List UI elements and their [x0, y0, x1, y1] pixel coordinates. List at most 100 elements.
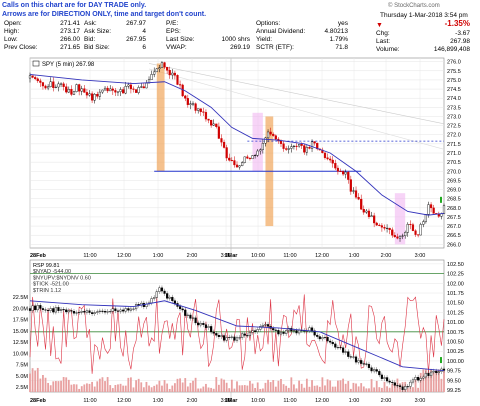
rsp-candle	[114, 308, 117, 312]
indicator-y-tick-right: 100.00	[447, 359, 464, 365]
price-y-tick: 266.5	[447, 233, 461, 239]
rsp-candle	[344, 351, 347, 353]
candle	[329, 158, 332, 161]
rsp-candle	[261, 324, 264, 327]
candle	[163, 62, 166, 68]
rsp-candle	[378, 371, 381, 376]
volume-bar	[62, 377, 65, 392]
candle	[308, 147, 311, 149]
rsp-candle	[163, 290, 166, 294]
candle	[103, 87, 107, 91]
volume-bar	[101, 377, 104, 392]
rsp-candle	[298, 329, 301, 334]
volume-bar	[163, 380, 166, 392]
rsp-candle	[354, 356, 358, 363]
price-y-tick: 269.0	[447, 188, 461, 194]
price-x-tick: 12:00	[315, 253, 329, 259]
volume-bar	[357, 386, 360, 392]
candle	[326, 157, 329, 160]
volume-bar	[83, 384, 86, 392]
rsp-candle	[129, 308, 133, 311]
rsp-candle	[385, 377, 389, 382]
rsp-candle	[424, 372, 427, 378]
indicator-legend-item: $NYAD -544.00	[33, 269, 71, 275]
candle	[336, 167, 340, 172]
rsp-candle	[222, 335, 226, 341]
rsp-candle	[396, 385, 399, 387]
candle	[210, 119, 213, 126]
candle	[360, 198, 363, 210]
volume-bar	[52, 381, 55, 392]
rsp-candle	[62, 309, 65, 311]
rsp-candle	[85, 310, 89, 313]
volume-bar	[119, 383, 122, 392]
volume-bar	[127, 377, 130, 392]
volume-bar	[217, 384, 220, 392]
price-y-tick: 268.0	[447, 206, 461, 212]
candle	[404, 232, 407, 237]
candle	[365, 210, 368, 213]
price-legend: SPY (5 min) 267.98	[42, 62, 95, 68]
candle	[111, 88, 114, 91]
rsp-candle	[191, 317, 195, 319]
candle	[375, 222, 378, 226]
candle	[303, 145, 306, 153]
candle	[300, 144, 303, 146]
candle	[272, 133, 275, 136]
volume-bar	[75, 384, 78, 392]
volume-bar	[230, 379, 233, 392]
volume-bar	[202, 386, 205, 392]
candle	[349, 179, 352, 192]
rsp-candle	[109, 311, 112, 313]
volume-bar	[42, 374, 44, 392]
rsp-candle	[429, 371, 433, 376]
candle	[424, 214, 427, 222]
rsp-candle	[178, 306, 182, 310]
candle	[261, 143, 264, 150]
volume-bar	[207, 387, 210, 392]
volume-bar	[324, 385, 326, 392]
price-x-tick: 28Feb	[30, 253, 47, 259]
candle	[341, 171, 345, 175]
candle	[49, 81, 52, 87]
indicator-y-tick-right: 99.25	[447, 388, 461, 394]
candle	[114, 90, 117, 93]
candle	[178, 84, 182, 86]
rsp-candle	[36, 305, 39, 311]
rsp-candle	[39, 305, 42, 309]
volume-bar	[91, 381, 93, 392]
rsp-candle	[160, 287, 164, 292]
rsp-candle	[78, 312, 81, 314]
volume-bar	[355, 383, 357, 392]
volume-bar	[412, 387, 414, 392]
indicator-y-tick-left: 12.5M	[13, 340, 29, 346]
rsp-candle	[228, 336, 231, 338]
candle	[269, 131, 272, 135]
volume-bar	[329, 380, 332, 392]
price-y-tick: 273.0	[447, 114, 461, 120]
volume-bar	[261, 388, 264, 392]
volume-bar	[318, 386, 321, 392]
rsp-candle	[124, 308, 127, 312]
rsp-candle	[65, 309, 68, 313]
candle	[401, 235, 404, 237]
indicator-y-tick-right: 101.25	[447, 310, 464, 316]
rsp-candle	[398, 385, 402, 387]
volume-bar	[256, 382, 259, 392]
volume-bar	[282, 384, 285, 392]
candle	[396, 236, 399, 239]
candle	[352, 190, 355, 192]
volume-bar	[220, 378, 223, 392]
rsp-candle	[323, 337, 327, 339]
candle	[256, 150, 259, 156]
volume-bar	[254, 387, 257, 392]
candle	[72, 91, 76, 95]
volume-bar	[308, 386, 311, 392]
candle	[155, 68, 158, 73]
candle	[228, 157, 231, 161]
rsp-candle	[274, 329, 277, 331]
candle	[153, 71, 156, 75]
candle	[202, 111, 205, 113]
volume-bar	[176, 378, 179, 392]
candle	[166, 67, 169, 71]
